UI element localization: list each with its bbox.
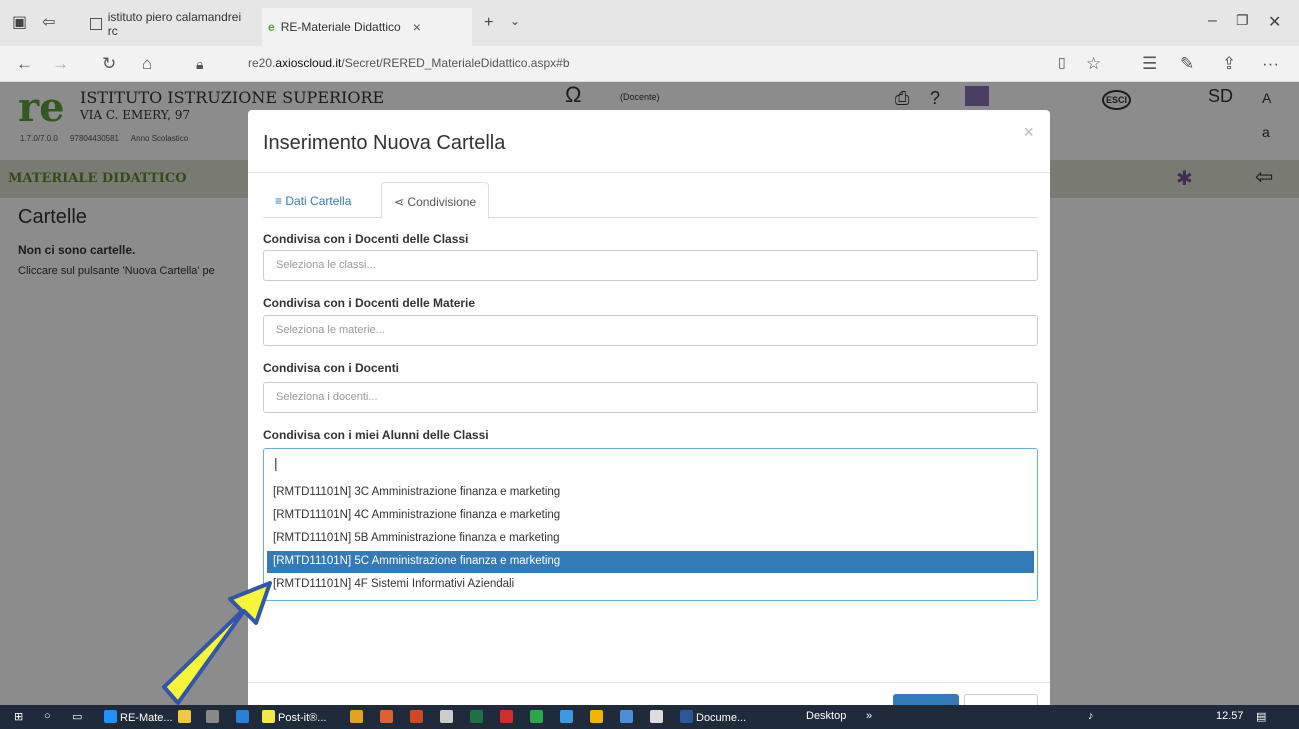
taskbar-label: RE-Mate...: [120, 712, 173, 724]
dropdown-option-selected[interactable]: [RMTD11101N] 5C Amministrazione finanza …: [267, 551, 1034, 573]
url-path: /Secret/RERED_MaterialeDidattico.aspx#b: [341, 56, 570, 70]
docenti-label: Condivisa con i Docenti: [263, 361, 400, 375]
url-field[interactable]: re20.axioscloud.it/Secret/RERED_Material…: [248, 56, 570, 70]
taskbar-label: Post-it®...: [278, 712, 327, 724]
taskbar-postit[interactable]: Post-it®...: [262, 710, 326, 724]
refresh-icon[interactable]: ↻: [102, 54, 116, 74]
app-icon[interactable]: [350, 710, 366, 724]
arrow-shape: [162, 581, 272, 705]
alunni-multiselect[interactable]: | [RMTD11101N] 3C Amministrazione finanz…: [263, 448, 1038, 601]
reading-view-icon[interactable]: ▯: [1058, 54, 1066, 71]
tab-condivisione[interactable]: ⋖ Condivisione: [381, 182, 490, 219]
calculator-icon[interactable]: [440, 710, 456, 724]
taskbar-word[interactable]: Docume...: [680, 710, 746, 724]
app-icon[interactable]: [236, 710, 252, 724]
taskbar-label: Docume...: [696, 712, 747, 724]
app-icon[interactable]: [530, 710, 546, 724]
search-icon[interactable]: ○: [44, 710, 51, 722]
app-icon[interactable]: [380, 710, 396, 724]
dropdown-option[interactable]: [RMTD11101N] 5B Amministrazione finanza …: [267, 528, 1034, 550]
page-icon: [90, 18, 102, 30]
materie-select[interactable]: Seleziona le materie...: [263, 315, 1038, 346]
chevron-down-icon[interactable]: ⌄: [510, 14, 520, 28]
clock[interactable]: 12.57: [1216, 710, 1244, 722]
tab-label: Condivisione: [407, 195, 477, 209]
share-icon[interactable]: ⇪: [1222, 54, 1236, 74]
back-icon[interactable]: ←: [16, 54, 33, 74]
more-icon[interactable]: ···: [1262, 54, 1279, 74]
powerpoint-icon[interactable]: [410, 710, 426, 724]
re-logo-icon: e: [268, 20, 275, 34]
tab-istituto[interactable]: istituto piero calamandrei rc: [90, 10, 250, 38]
favorite-star-icon[interactable]: ☆: [1086, 54, 1101, 74]
app-icon[interactable]: [500, 710, 516, 724]
forward-icon[interactable]: →: [52, 54, 69, 74]
restore-icon[interactable]: ❐: [1236, 12, 1249, 29]
word-icon: [680, 710, 693, 723]
app-icon[interactable]: [620, 710, 636, 724]
tab-label: istituto piero calamandrei rc: [107, 10, 242, 38]
alunni-label: Condivisa con i miei Alunni delle Classi: [263, 428, 489, 442]
classi-label: Condivisa con i Docenti delle Classi: [263, 232, 469, 246]
home-icon[interactable]: ⌂: [142, 54, 152, 74]
url-domain: axioscloud.it: [275, 56, 342, 70]
close-window-icon[interactable]: ✕: [1268, 12, 1281, 32]
close-tab-icon[interactable]: ×: [413, 19, 421, 35]
app-icon[interactable]: [560, 710, 576, 724]
excel-icon[interactable]: [470, 710, 486, 724]
notes-icon[interactable]: ✎: [1180, 54, 1194, 74]
desktop-toolbar[interactable]: Desktop: [806, 710, 846, 722]
action-center-icon[interactable]: ▤: [1256, 710, 1266, 723]
share-alt-icon: ⋖: [394, 195, 405, 209]
tray-chevron-icon[interactable]: »: [866, 710, 872, 722]
windows-start-icon[interactable]: ⊞: [14, 710, 23, 723]
modal-divider: [248, 172, 1050, 173]
mail-icon[interactable]: [650, 710, 666, 724]
modal-tabs: ≡ Dati Cartella ⋖ Condivisione: [263, 182, 1038, 219]
app-icon[interactable]: [206, 710, 222, 724]
text-cursor: |: [274, 455, 278, 471]
lock-icon: 🔒︎: [196, 56, 204, 72]
volume-icon[interactable]: ♪: [1088, 710, 1094, 722]
dropdown-option[interactable]: [RMTD11101N] 3C Amministrazione finanza …: [267, 482, 1034, 504]
postit-icon: [262, 710, 275, 723]
browser-tabbar: ▣ ⇦ istituto piero calamandrei rc e RE-M…: [0, 0, 1299, 46]
edge-icon: [104, 710, 117, 723]
address-bar: ← → ↻ ⌂ 🔒︎ re20.axioscloud.it/Secret/RER…: [0, 46, 1299, 82]
list-icon: ≡: [275, 194, 283, 208]
dropdown-option[interactable]: [RMTD11101N] 4F Sistemi Informativi Azie…: [267, 574, 1034, 596]
modal-footer-divider: [248, 682, 1050, 683]
favorites-hub-icon[interactable]: ☰: [1142, 54, 1157, 74]
system-tray-icons[interactable]: [884, 710, 1084, 724]
taskbar-edge[interactable]: RE-Mate...: [104, 710, 173, 724]
materie-label: Condivisa con i Docenti delle Materie: [263, 296, 476, 310]
windows-taskbar: ⊞ ○ ▭ RE-Mate... Post-it®... Docume... D…: [0, 705, 1299, 729]
tab-label: RE-Materiale Didattico: [280, 20, 401, 34]
dropdown-option[interactable]: [RMTD11101N] 4C Amministrazione finanza …: [267, 505, 1034, 527]
url-prefix: re20.: [248, 56, 276, 70]
chrome-icon[interactable]: [590, 710, 606, 724]
minimize-icon[interactable]: –: [1208, 12, 1217, 30]
new-folder-modal: Inserimento Nuova Cartella × ≡ Dati Cart…: [248, 110, 1050, 710]
task-view-icon[interactable]: ▭: [72, 710, 82, 723]
close-icon[interactable]: ×: [1023, 122, 1034, 143]
new-tab-button[interactable]: +: [484, 14, 493, 32]
annotation-arrow: [162, 581, 272, 705]
tab-label: Dati Cartella: [285, 194, 352, 208]
modal-title: Inserimento Nuova Cartella: [263, 132, 506, 154]
tab-actions-icon[interactable]: ▣: [12, 12, 27, 32]
classi-select[interactable]: Seleziona le classi...: [263, 250, 1038, 281]
back-tabs-icon[interactable]: ⇦: [42, 12, 55, 32]
tab-dati-cartella[interactable]: ≡ Dati Cartella: [263, 182, 363, 219]
explorer-icon[interactable]: [178, 710, 194, 724]
tab-materiale[interactable]: e RE-Materiale Didattico ×: [262, 8, 472, 46]
docenti-select[interactable]: Seleziona i docenti...: [263, 382, 1038, 413]
